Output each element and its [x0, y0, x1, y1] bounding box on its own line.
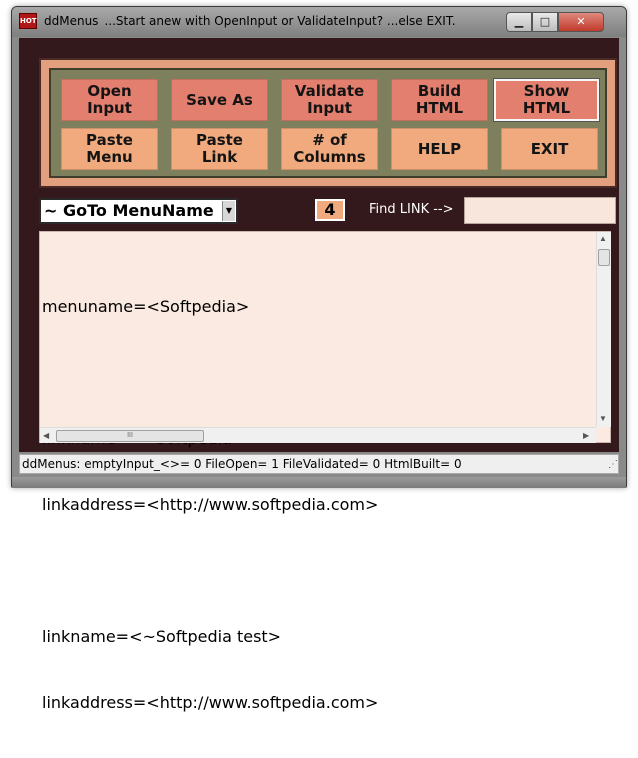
paste-link-button[interactable]: Paste Link [171, 128, 268, 170]
command-panel: Open Input Save As Validate Input Build … [39, 58, 617, 188]
build-html-button[interactable]: Build HTML [391, 79, 488, 121]
app-name: ddMenus [44, 14, 99, 28]
editor-content[interactable]: menuname=<Softpedia> linkname=<~Softpedi… [42, 252, 590, 758]
maximize-button[interactable]: □ [532, 12, 558, 32]
scroll-down-arrow-icon[interactable]: ▼ [599, 414, 607, 423]
command-panel-inner: Open Input Save As Validate Input Build … [49, 68, 607, 178]
window-bottom-frame [12, 477, 626, 488]
editor-line: linkaddress=<http://www.softpedia.com> [42, 495, 379, 514]
paste-menu-button[interactable]: Paste Menu [61, 128, 158, 170]
chevron-down-icon[interactable]: ▼ [222, 201, 235, 221]
validate-input-button[interactable]: Validate Input [281, 79, 378, 121]
horizontal-scroll-thumb[interactable]: III [56, 430, 204, 442]
close-button[interactable]: ✕ [558, 12, 604, 32]
goto-select-value: ~ GoTo MenuName [44, 201, 214, 220]
resize-grip-icon[interactable]: ⋰ [608, 459, 618, 470]
open-input-button[interactable]: Open Input [61, 79, 158, 121]
find-link-label: Find LINK --> [369, 202, 454, 217]
show-html-button[interactable]: Show HTML [493, 78, 600, 122]
app-window: HOT ddMenus ...Start anew with OpenInput … [11, 6, 627, 712]
goto-menuname-select[interactable]: ~ GoTo MenuName ▼ [39, 198, 238, 224]
status-text: ddMenus: emptyInput_<>= 0 FileOpen= 1 Fi… [22, 457, 462, 471]
columns-count-field[interactable]: 4 [315, 199, 345, 221]
horizontal-scrollbar[interactable]: ◀ III ▶ [40, 427, 596, 443]
minimize-button[interactable]: ▁ [506, 12, 532, 32]
editor-line: linkname=<~Softpedia test> [42, 627, 282, 646]
vertical-scroll-thumb[interactable] [598, 249, 610, 266]
scroll-left-arrow-icon[interactable]: ◀ [43, 431, 49, 440]
vertical-scrollbar[interactable]: ▲ ▼ [596, 232, 611, 427]
client-area: Open Input Save As Validate Input Build … [19, 38, 619, 712]
num-columns-button[interactable]: # of Columns [281, 128, 378, 170]
scroll-up-arrow-icon[interactable]: ▲ [599, 234, 607, 243]
window-subtitle: ...Start anew with OpenInput or Validate… [104, 14, 456, 28]
find-link-input[interactable] [464, 197, 616, 224]
save-as-button[interactable]: Save As [171, 79, 268, 121]
title-bar[interactable]: HOT ddMenus ...Start anew with OpenInput … [12, 7, 626, 37]
help-button[interactable]: HELP [391, 128, 488, 170]
window-title: ddMenus ...Start anew with OpenInput or V… [44, 14, 456, 28]
menu-editor[interactable]: menuname=<Softpedia> linkname=<~Softpedi… [39, 231, 611, 712]
exit-button[interactable]: EXIT [501, 128, 598, 170]
scroll-right-arrow-icon[interactable]: ▶ [583, 431, 589, 440]
editor-line: menuname=<Softpedia> [42, 297, 250, 316]
status-bar: ddMenus: emptyInput_<>= 0 FileOpen= 1 Fi… [19, 454, 619, 474]
editor-line: linkaddress=<http://www.softpedia.com> [42, 693, 379, 712]
app-icon[interactable]: HOT [19, 13, 37, 29]
